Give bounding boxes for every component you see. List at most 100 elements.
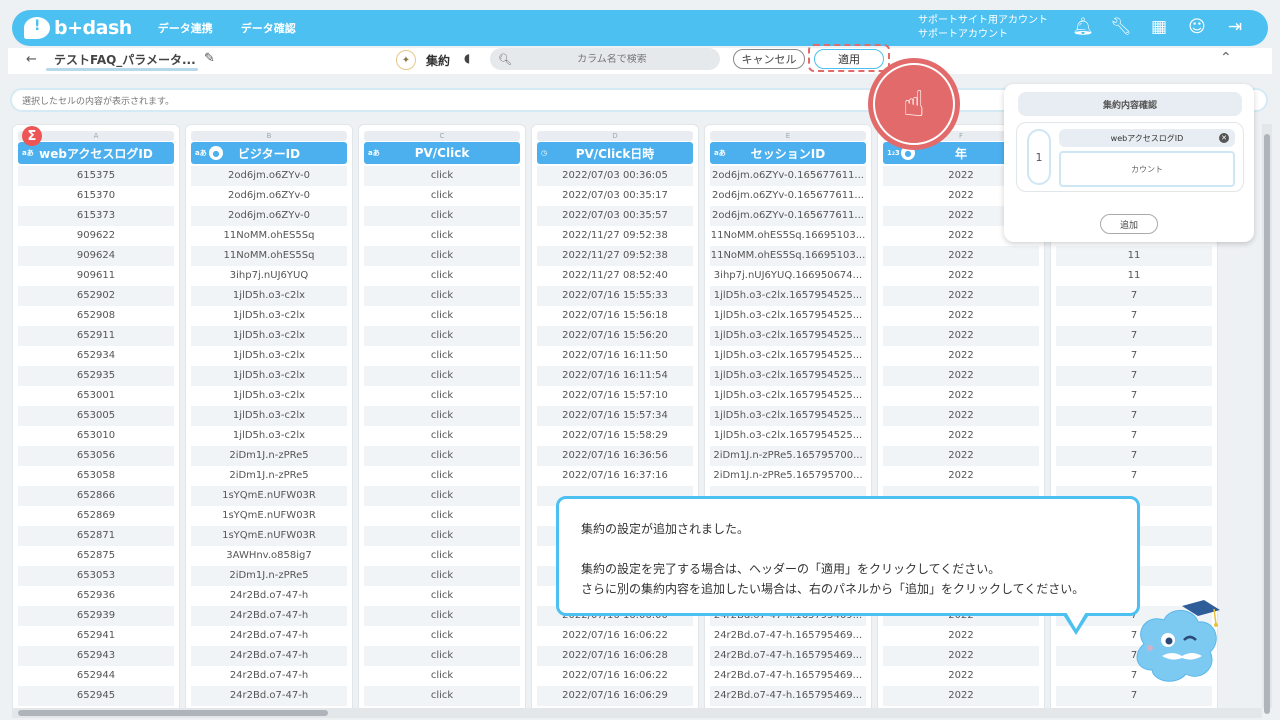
- table-cell[interactable]: 2022: [883, 306, 1039, 326]
- table-cell[interactable]: 7: [1056, 366, 1212, 386]
- table-cell[interactable]: 2022/07/16 16:37:16: [537, 466, 693, 486]
- table-cell[interactable]: 24r2Bd.o7-47-h: [191, 626, 347, 646]
- table-cell[interactable]: click: [364, 386, 520, 406]
- sigma-icon[interactable]: Σ: [22, 126, 42, 146]
- table-cell[interactable]: click: [364, 586, 520, 606]
- table-cell[interactable]: 652935: [18, 366, 174, 386]
- table-cell[interactable]: 652936: [18, 586, 174, 606]
- table-cell[interactable]: click: [364, 226, 520, 246]
- logo[interactable]: b+dash: [24, 17, 132, 39]
- column-letter[interactable]: B: [191, 131, 347, 141]
- shield-icon[interactable]: ◖: [464, 51, 470, 65]
- table-cell[interactable]: click: [364, 606, 520, 626]
- table-cell[interactable]: 24r2Bd.o7-47-h: [191, 686, 347, 706]
- column-header[interactable]: ◷ PV/Click日時: [537, 142, 693, 164]
- table-cell[interactable]: 1sYQmE.nUFW03R: [191, 526, 347, 546]
- table-cell[interactable]: 615375: [18, 166, 174, 186]
- table-cell[interactable]: 7: [1056, 406, 1212, 426]
- horizontal-scrollbar[interactable]: [12, 708, 1262, 718]
- table-cell[interactable]: 2022: [883, 446, 1039, 466]
- table-cell[interactable]: 2022/11/27 09:52:38: [537, 246, 693, 266]
- add-button[interactable]: 追加: [1100, 214, 1158, 234]
- table-cell[interactable]: 653001: [18, 386, 174, 406]
- table-cell[interactable]: click: [364, 506, 520, 526]
- table-cell[interactable]: 7: [1056, 386, 1212, 406]
- nav-link-data-check[interactable]: データ確認: [241, 20, 296, 36]
- table-cell[interactable]: click: [364, 346, 520, 366]
- table-cell[interactable]: 1jlD5h.o3-c2lx: [191, 386, 347, 406]
- table-cell[interactable]: click: [364, 686, 520, 706]
- table-cell[interactable]: 653010: [18, 426, 174, 446]
- table-cell[interactable]: 909611: [18, 266, 174, 286]
- table-cell[interactable]: 652941: [18, 626, 174, 646]
- table-cell[interactable]: 2022/07/16 16:06:22: [537, 666, 693, 686]
- table-cell[interactable]: 1jlD5h.o3-c2lx.1657954525...: [710, 306, 866, 326]
- table-cell[interactable]: 2iDm1J.n-zPRe5: [191, 466, 347, 486]
- table-cell[interactable]: 2iDm1J.n-zPRe5.165795700...: [710, 466, 866, 486]
- table-cell[interactable]: 2iDm1J.n-zPRe5: [191, 446, 347, 466]
- table-cell[interactable]: 2022/07/16 15:56:20: [537, 326, 693, 346]
- table-cell[interactable]: 2022/07/16 15:56:18: [537, 306, 693, 326]
- table-cell[interactable]: click: [364, 646, 520, 666]
- table-cell[interactable]: 11NoMM.ohES5Sq.16695103...: [710, 226, 866, 246]
- table-cell[interactable]: 24r2Bd.o7-47-h.165795469...: [710, 646, 866, 666]
- table-cell[interactable]: 7: [1056, 686, 1212, 706]
- table-cell[interactable]: 653053: [18, 566, 174, 586]
- table-cell[interactable]: 2022/07/16 16:36:56: [537, 446, 693, 466]
- file-name[interactable]: テストFAQ_パラメータ...: [54, 51, 196, 68]
- table-cell[interactable]: 2022/07/16 15:55:33: [537, 286, 693, 306]
- table-cell[interactable]: 652866: [18, 486, 174, 506]
- table-cell[interactable]: 909622: [18, 226, 174, 246]
- column-header[interactable]: aあ PV/Click: [364, 142, 520, 164]
- table-cell[interactable]: 2022/07/03 00:35:17: [537, 186, 693, 206]
- table-cell[interactable]: 24r2Bd.o7-47-h.165795469...: [710, 666, 866, 686]
- table-cell[interactable]: 909624: [18, 246, 174, 266]
- table-cell[interactable]: click: [364, 406, 520, 426]
- table-cell[interactable]: 1sYQmE.nUFW03R: [191, 506, 347, 526]
- table-cell[interactable]: 2022/07/03 00:36:05: [537, 166, 693, 186]
- table-cell[interactable]: 1jlD5h.o3-c2lx: [191, 326, 347, 346]
- nav-link-data-integration[interactable]: データ連携: [158, 20, 213, 36]
- table-cell[interactable]: 3ihp7j.nUJ6YUQ.166950674...: [710, 266, 866, 286]
- table-cell[interactable]: 652869: [18, 506, 174, 526]
- table-cell[interactable]: 2od6jm.o6ZYv-0: [191, 166, 347, 186]
- column-header[interactable]: aあ ● ビジターID: [191, 142, 347, 164]
- table-cell[interactable]: click: [364, 666, 520, 686]
- table-cell[interactable]: click: [364, 446, 520, 466]
- table-cell[interactable]: 2022/11/27 08:52:40: [537, 266, 693, 286]
- column-letter[interactable]: C: [364, 131, 520, 141]
- table-cell[interactable]: 7: [1056, 466, 1212, 486]
- table-cell[interactable]: 7: [1056, 306, 1212, 326]
- table-cell[interactable]: 7: [1056, 346, 1212, 366]
- table-cell[interactable]: 652875: [18, 546, 174, 566]
- table-cell[interactable]: 24r2Bd.o7-47-h: [191, 646, 347, 666]
- search-input[interactable]: [511, 53, 712, 65]
- table-cell[interactable]: 2022/11/27 09:52:38: [537, 226, 693, 246]
- table-cell[interactable]: 2022: [883, 326, 1039, 346]
- table-cell[interactable]: 2022: [883, 266, 1039, 286]
- table-cell[interactable]: 2od6jm.o6ZYv-0.165677611...: [710, 166, 866, 186]
- table-cell[interactable]: 1jlD5h.o3-c2lx: [191, 406, 347, 426]
- table-cell[interactable]: click: [364, 366, 520, 386]
- table-cell[interactable]: 1jlD5h.o3-c2lx.1657954525...: [710, 386, 866, 406]
- table-cell[interactable]: 1jlD5h.o3-c2lx.1657954525...: [710, 406, 866, 426]
- table-cell[interactable]: 24r2Bd.o7-47-h: [191, 606, 347, 626]
- vertical-scroll-thumb[interactable]: [1264, 134, 1270, 714]
- table-cell[interactable]: 1jlD5h.o3-c2lx: [191, 346, 347, 366]
- table-cell[interactable]: 2022: [883, 426, 1039, 446]
- table-cell[interactable]: 24r2Bd.o7-47-h: [191, 666, 347, 686]
- table-cell[interactable]: click: [364, 626, 520, 646]
- table-cell[interactable]: 2022/07/16 16:11:50: [537, 346, 693, 366]
- table-cell[interactable]: 652908: [18, 306, 174, 326]
- table-cell[interactable]: 11NoMM.ohES5Sq: [191, 246, 347, 266]
- column-letter[interactable]: E: [710, 131, 866, 141]
- column-letter[interactable]: D: [537, 131, 693, 141]
- table-cell[interactable]: click: [364, 286, 520, 306]
- table-cell[interactable]: 7: [1056, 426, 1212, 446]
- table-cell[interactable]: click: [364, 206, 520, 226]
- table-cell[interactable]: 2022/07/16 15:57:34: [537, 406, 693, 426]
- aggregation-type[interactable]: カウント: [1059, 151, 1235, 187]
- table-cell[interactable]: 653005: [18, 406, 174, 426]
- table-cell[interactable]: 2od6jm.o6ZYv-0.165677611...: [710, 206, 866, 226]
- grid-icon[interactable]: ▦: [1148, 16, 1170, 38]
